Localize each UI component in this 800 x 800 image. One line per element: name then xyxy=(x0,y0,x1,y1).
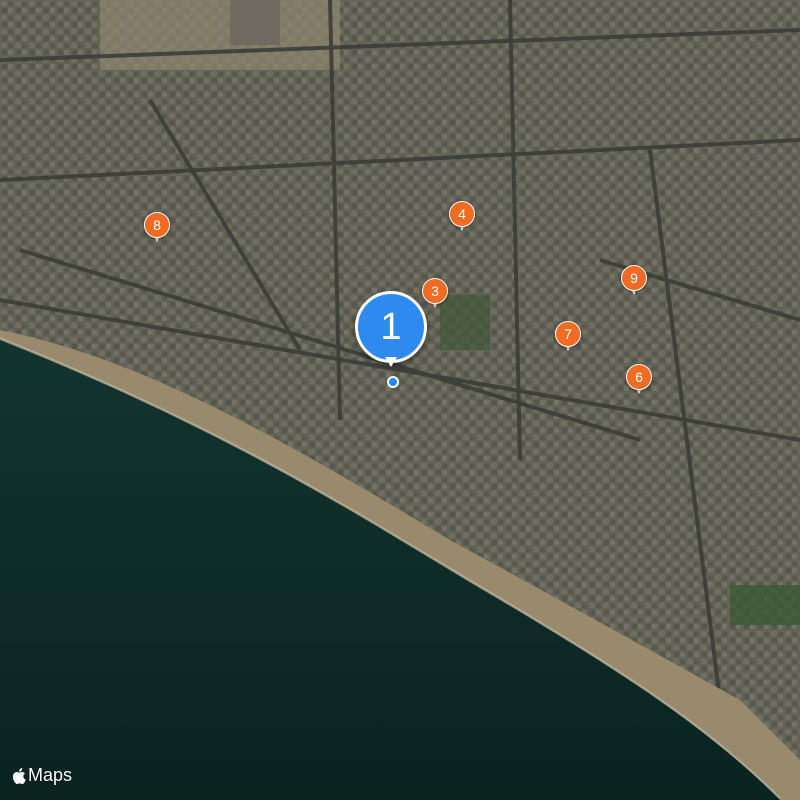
map-pin[interactable]: 9 xyxy=(621,265,647,297)
pin-label: 7 xyxy=(564,326,572,342)
satellite-map[interactable]: 1 3 4 6 7 8 9 Maps xyxy=(0,0,800,800)
pin-label: 9 xyxy=(630,270,638,286)
pin-label: 3 xyxy=(431,283,439,299)
map-pin[interactable]: 8 xyxy=(144,212,170,244)
cluster-label: 1 xyxy=(380,306,402,348)
pin-label: 4 xyxy=(458,206,466,222)
map-pin[interactable]: 4 xyxy=(449,201,475,233)
cluster-marker[interactable]: 1 xyxy=(355,291,427,367)
map-terrain xyxy=(0,0,800,800)
attribution-label: Maps xyxy=(28,765,73,785)
maps-attribution[interactable]: Maps xyxy=(12,765,72,786)
map-pin[interactable]: 6 xyxy=(626,364,652,396)
pin-label: 6 xyxy=(635,369,643,385)
map-pin[interactable]: 7 xyxy=(555,321,581,353)
apple-logo-icon xyxy=(12,767,26,784)
map-pin[interactable]: 3 xyxy=(422,278,448,310)
current-location-dot xyxy=(387,376,399,388)
pin-label: 8 xyxy=(153,217,161,233)
